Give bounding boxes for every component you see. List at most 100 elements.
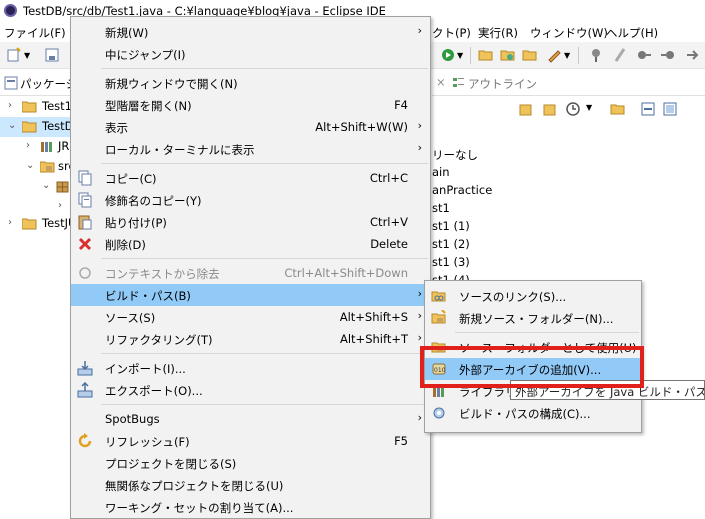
prev-annotation-icon[interactable] — [660, 47, 676, 63]
outline-item[interactable]: st1 (2) — [432, 237, 470, 255]
new-package-icon[interactable] — [518, 101, 534, 117]
context-menu-item-4[interactable]: 型階層を開く(N) F4 — [71, 94, 430, 116]
context-menu-item-14[interactable]: ビルド・パス(B) › — [71, 284, 430, 306]
context-menu-item-0[interactable]: 新規(W) › — [71, 21, 430, 43]
paste-icon — [77, 214, 93, 230]
context-menu-item-19[interactable]: エクスポート(O)... — [71, 379, 430, 401]
context-menu-item-6[interactable]: ローカル・ターミナルに表示 › — [71, 138, 430, 160]
package-explorer-tab[interactable]: パッケージ — [0, 70, 77, 96]
maximize-icon[interactable] — [662, 101, 678, 117]
open-package-icon[interactable] — [500, 47, 516, 63]
pen-icon[interactable] — [546, 47, 562, 63]
outline-item[interactable]: st1 (1) — [432, 219, 470, 237]
build-path-item-1[interactable]: 新規ソース・フォルダー(N)... — [425, 307, 641, 329]
new-icon[interactable] — [6, 47, 22, 63]
context-menu-item-21[interactable]: SpotBugs › — [71, 408, 430, 430]
submenu-arrow-icon: › — [417, 309, 422, 322]
context-menu-item-18[interactable]: インポート(I)... — [71, 357, 430, 379]
context-menu-item-24[interactable]: 無関係なプロジェクトを閉じる(U) — [71, 474, 430, 496]
export-icon — [77, 381, 93, 398]
chevron-down-icon[interactable]: ⌄ — [42, 180, 50, 191]
outline-item[interactable]: st1 (3) — [432, 255, 470, 273]
copy-icon — [77, 170, 93, 186]
chevron-down-icon[interactable]: ▼ — [457, 51, 463, 60]
chevron-down-icon[interactable]: ⌄ — [8, 120, 16, 131]
tree-item-testdb[interactable]: ⌄ TestD — [0, 117, 74, 137]
close-icon[interactable]: × — [436, 75, 446, 89]
context-menu-item-8[interactable]: コピー(C) Ctrl+C — [71, 167, 430, 189]
menu-item-accelerator: Ctrl+C — [369, 171, 408, 185]
menu-file[interactable]: ファイル(F) — [4, 25, 66, 41]
package-explorer-tab-label: パッケージ — [20, 77, 78, 91]
menu-item-accelerator: Alt+Shift+W(W) — [315, 120, 408, 134]
tree-item-label: TestD — [42, 119, 74, 133]
source-folder-icon — [40, 161, 55, 173]
tree-item-testju[interactable]: › TestJU — [0, 214, 76, 234]
context-menu-item-15[interactable]: ソース(S) Alt+Shift+S › — [71, 306, 430, 328]
chevron-down-icon[interactable]: ▼ — [586, 103, 592, 112]
menu-item-accelerator: F5 — [394, 434, 408, 448]
menu-help[interactable]: ヘルプ(H) — [606, 25, 658, 41]
menu-item-accelerator: Alt+Shift+T — [339, 332, 408, 346]
menu-separator — [455, 332, 639, 333]
context-menu-item-5[interactable]: 表示 Alt+Shift+W(W) › — [71, 116, 430, 138]
context-menu-item-23[interactable]: プロジェクトを閉じる(S) — [71, 452, 430, 474]
outline-item[interactable]: anPractice — [432, 183, 492, 201]
next-annotation-icon[interactable] — [636, 47, 652, 63]
library-icon — [41, 142, 52, 152]
outline-tab-label[interactable]: アウトライン — [468, 76, 537, 92]
menu-project[interactable]: クト(P) — [432, 25, 471, 41]
menu-item-label: エクスポート(O)... — [105, 384, 203, 398]
context-menu-item-9[interactable]: 修飾名のコピー(Y) — [71, 189, 430, 211]
new-class-icon[interactable] — [542, 101, 558, 117]
chevron-right-icon[interactable]: › — [58, 200, 62, 211]
menu-item-label: ビルド・パスの構成(C)... — [459, 407, 591, 421]
menu-item-accelerator: Delete — [370, 237, 408, 251]
open-type-icon[interactable] — [522, 47, 538, 63]
navigate-icon[interactable] — [684, 47, 700, 63]
build-path-item-6[interactable]: ビルド・パスの構成(C)... — [425, 402, 641, 424]
save-icon[interactable] — [44, 47, 60, 63]
menu-run[interactable]: 実行(R) — [478, 25, 518, 41]
context-menu-item-25[interactable]: ワーキング・セットの割り当て(A)... — [71, 496, 430, 518]
outline-item[interactable]: ain — [432, 165, 450, 183]
context-menu-item-10[interactable]: 貼り付け(P) Ctrl+V — [71, 211, 430, 233]
menu-item-label: 新規(W) — [105, 26, 149, 40]
outline-icon — [453, 78, 464, 87]
context-menu-item-16[interactable]: リファクタリング(T) Alt+Shift+T › — [71, 328, 430, 350]
minimize-icon[interactable] — [640, 101, 656, 117]
build-path-item-0[interactable]: ソースのリンク(S)... — [425, 285, 641, 307]
tree-item-jre[interactable]: › JR — [0, 137, 72, 157]
submenu-arrow-icon: › — [417, 331, 422, 344]
menu-window[interactable]: ウィンドウ(W) — [530, 25, 608, 41]
chevron-right-icon[interactable]: › — [8, 217, 12, 228]
new-folder-icon[interactable] — [610, 101, 626, 117]
chevron-down-icon[interactable]: ▼ — [24, 51, 30, 60]
outline-item[interactable]: リーなし — [432, 147, 478, 165]
menu-item-label: SpotBugs — [105, 412, 160, 426]
chevron-right-icon[interactable]: › — [8, 100, 12, 111]
context-menu-item-1[interactable]: 中にジャンプ(I) — [71, 43, 430, 65]
history-back-icon[interactable] — [565, 101, 581, 117]
tree-item-package[interactable]: ⌄ — [0, 177, 72, 197]
menu-item-label: ワーキング・セットの割り当て(A)... — [105, 501, 294, 515]
context-menu-item-13[interactable]: コンテキストから除去 Ctrl+Alt+Shift+Down — [71, 262, 430, 284]
tree-item-label: JR — [58, 139, 70, 153]
project-folder-icon — [22, 218, 37, 230]
run-icon[interactable] — [440, 47, 456, 63]
menu-item-label: インポート(I)... — [105, 362, 186, 376]
tree-item-src[interactable]: ⌄ src — [0, 157, 75, 177]
tree-item-test1[interactable]: › Test1 — [0, 97, 72, 117]
context-menu-item-11[interactable]: 削除(D) Delete — [71, 233, 430, 255]
toggle-annotation-icon[interactable] — [612, 47, 628, 63]
menu-item-label: ソースのリンク(S)... — [459, 290, 567, 304]
chevron-right-icon[interactable]: › — [26, 140, 30, 151]
context-menu-item-22[interactable]: リフレッシュ(F) F5 — [71, 430, 430, 452]
outline-item[interactable]: st1 — [432, 201, 450, 219]
open-folder-icon[interactable] — [478, 47, 494, 63]
pin-icon[interactable] — [588, 47, 604, 63]
chevron-down-icon[interactable]: ▼ — [564, 51, 570, 60]
import-icon — [77, 360, 93, 376]
context-menu-item-3[interactable]: 新規ウィンドウで開く(N) — [71, 72, 430, 94]
chevron-down-icon[interactable]: ⌄ — [26, 160, 34, 171]
